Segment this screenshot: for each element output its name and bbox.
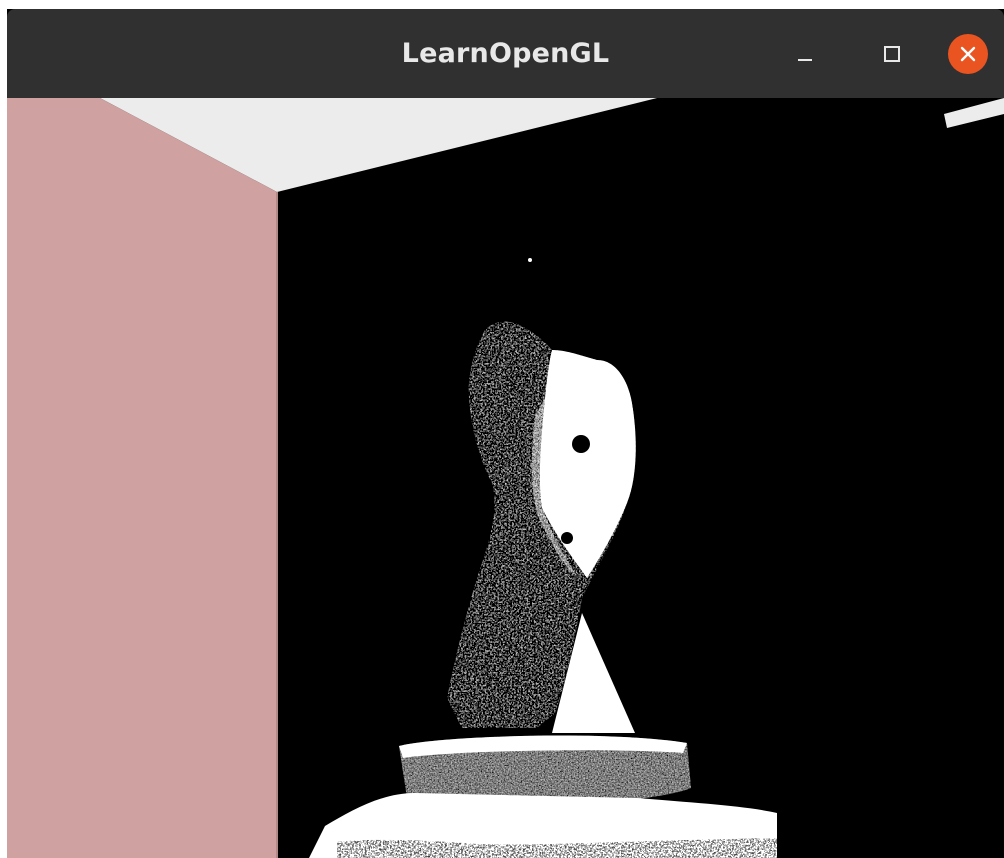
app-window: LearnOpenGL [7, 9, 1004, 858]
rendered-scene [7, 98, 1004, 858]
window-titlebar[interactable]: LearnOpenGL [7, 9, 1004, 98]
window-title: LearnOpenGL [401, 38, 610, 69]
minimize-icon [798, 59, 812, 61]
close-icon [960, 46, 976, 62]
left-wall [7, 98, 277, 858]
maximize-icon [884, 46, 900, 62]
screenshot-frame: LearnOpenGL [0, 0, 1004, 858]
opengl-viewport[interactable] [7, 98, 1004, 858]
minimize-button[interactable] [785, 34, 825, 74]
close-button[interactable] [948, 34, 988, 74]
maximize-button[interactable] [872, 34, 912, 74]
